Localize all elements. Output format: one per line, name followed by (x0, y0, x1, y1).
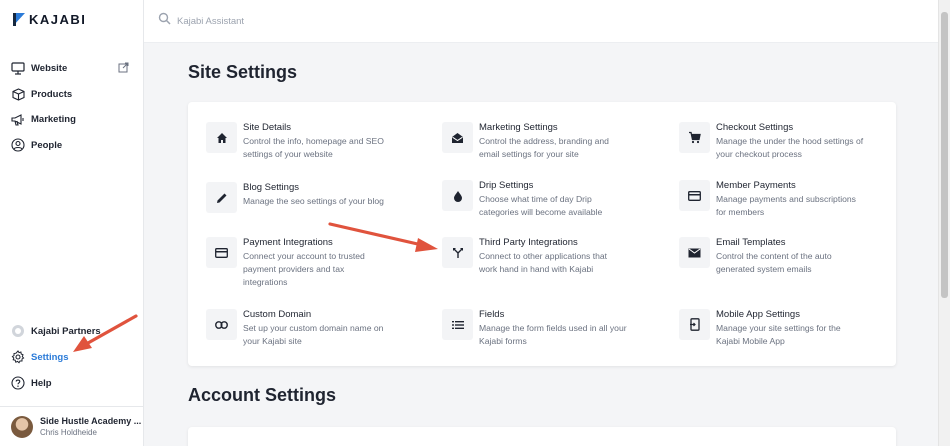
tile-title: Third Party Integrations (479, 237, 578, 248)
help-icon (11, 376, 25, 390)
tile-email-templates[interactable]: Email Templates Control the content of t… (679, 237, 889, 276)
tile-blog-settings[interactable]: Blog Settings Manage the seo settings of… (206, 182, 416, 213)
tile-member-payments[interactable]: Member Payments Manage payments and subs… (679, 180, 889, 219)
pencil-icon (206, 182, 237, 213)
tile-description: Control the content of the auto generated… (716, 251, 832, 274)
tile-title: Member Payments (716, 180, 796, 191)
tile-checkout-settings[interactable]: Checkout Settings Manage the under the h… (679, 122, 889, 161)
tile-description: Manage payments and subscriptions for mem… (716, 194, 856, 217)
sidebar-item-kajabi-partners[interactable]: Kajabi Partners (0, 318, 143, 344)
tile-description: Choose what time of day Drip categories w… (479, 194, 603, 217)
tile-mobile-app-settings[interactable]: Mobile App Settings Manage your site set… (679, 309, 889, 348)
tile-title: Marketing Settings (479, 122, 558, 133)
sidebar-item-label: Settings (31, 351, 69, 363)
tile-description: Control the address, branding and email s… (479, 136, 609, 159)
tile-description: Manage your site settings for the Kajabi … (716, 323, 841, 346)
mobile-icon (679, 309, 710, 340)
main-nav: Website Products Marketing People (0, 56, 143, 158)
box-icon (11, 87, 25, 101)
megaphone-icon (11, 113, 25, 127)
tile-title: Site Details (243, 122, 292, 133)
logo-text: KAJABI (29, 12, 87, 27)
sidebar-item-label: People (31, 139, 63, 151)
tile-description: Manage the form fields used in all your K… (479, 323, 627, 346)
kajabi-logo-icon (13, 13, 25, 26)
envelope-open-icon (442, 122, 473, 153)
search-input[interactable]: Kajabi Assistant (177, 16, 244, 27)
user-circle-icon (11, 138, 25, 152)
user-name: Chris Holdheide (40, 428, 97, 437)
tile-title: Mobile App Settings (716, 309, 800, 320)
tile-title: Fields (479, 309, 505, 320)
tile-title: Drip Settings (479, 180, 534, 191)
sidebar-item-label: Products (31, 88, 73, 100)
tile-custom-domain[interactable]: Custom Domain Set up your custom domain … (206, 309, 416, 348)
tile-title: Blog Settings (243, 182, 299, 193)
envelope-icon (679, 237, 710, 268)
tile-third-party-integrations[interactable]: Third Party Integrations Connect to othe… (442, 237, 652, 276)
tile-description: Manage the seo settings of your blog (243, 196, 384, 206)
scrollbar[interactable] (938, 0, 950, 446)
sidebar-item-label: Website (31, 63, 68, 75)
sidebar-item-website[interactable]: Website (0, 56, 143, 82)
search-icon (158, 12, 171, 30)
site-settings-title: Site Settings (188, 62, 298, 82)
tile-description: Control the info, homepage and SEO settin… (243, 136, 384, 159)
external-link-icon[interactable] (118, 62, 129, 76)
kajabi-logo[interactable]: KAJABI (13, 12, 86, 27)
list-icon (442, 309, 473, 340)
account-settings-title: Account Settings (188, 385, 337, 405)
drop-icon (442, 180, 473, 211)
tile-description: Manage the under the hood settings of you… (716, 136, 864, 159)
tile-title: Custom Domain (243, 309, 312, 320)
merge-icon (442, 237, 473, 268)
sidebar: KAJABI Website Products Marketing People… (0, 0, 144, 446)
tile-marketing-settings[interactable]: Marketing Settings Control the address, … (442, 122, 652, 161)
bottom-nav: Kajabi Partners Settings Help (0, 318, 143, 396)
link-icon (206, 309, 237, 340)
tile-fields[interactable]: Fields Manage the form fields used in al… (442, 309, 652, 348)
account-settings-card (188, 427, 896, 446)
user-site-name: Side Hustle Academy ... (40, 416, 142, 426)
credit-card-icon (679, 180, 710, 211)
tile-title: Email Templates (716, 237, 786, 248)
cart-icon (679, 122, 710, 153)
sidebar-item-label: Marketing (31, 114, 76, 126)
credit-card-icon (206, 237, 237, 268)
tile-title: Checkout Settings (716, 122, 794, 133)
sidebar-item-help[interactable]: Help (0, 370, 143, 396)
tile-description: Connect to other applications that work h… (479, 251, 608, 274)
tile-title: Payment Integrations (243, 237, 333, 248)
tile-payment-integrations[interactable]: Payment Integrations Connect your accoun… (206, 237, 416, 289)
tile-description: Set up your custom domain name on your Ka… (243, 323, 384, 346)
sidebar-item-people[interactable]: People (0, 133, 143, 159)
user-menu[interactable]: Side Hustle Academy ... Chris Holdheide (0, 406, 143, 446)
top-bar: Kajabi Assistant (144, 0, 938, 43)
tile-site-details[interactable]: Site Details Control the info, homepage … (206, 122, 416, 161)
sidebar-item-label: Kajabi Partners (31, 325, 101, 337)
partners-icon (11, 324, 25, 338)
sidebar-item-marketing[interactable]: Marketing (0, 107, 143, 133)
home-icon (206, 122, 237, 153)
avatar (11, 415, 33, 438)
tile-description: Connect your account to trusted payment p… (243, 251, 365, 287)
gear-icon (11, 350, 25, 364)
tile-drip-settings[interactable]: Drip Settings Choose what time of day Dr… (442, 180, 652, 219)
site-settings-card: Site Details Control the info, homepage … (188, 102, 896, 366)
sidebar-item-products[interactable]: Products (0, 82, 143, 108)
scrollbar-thumb[interactable] (941, 12, 948, 298)
sidebar-item-label: Help (31, 377, 52, 389)
monitor-icon (11, 62, 25, 76)
sidebar-item-settings[interactable]: Settings (0, 344, 143, 370)
